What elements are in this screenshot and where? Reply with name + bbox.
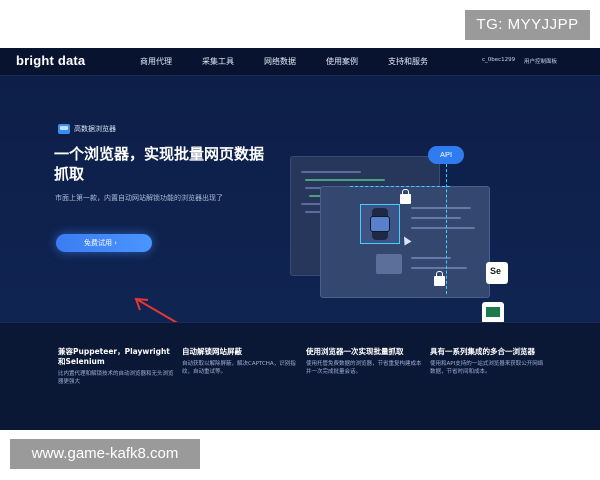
brand-logo[interactable]: bright data — [16, 53, 85, 68]
feature-title: 自动解锁网站屏蔽 — [182, 347, 242, 356]
feature-card: 具有一系列集成的多合一浏览器 使用和API支持的一站式浏览器来获取公开网络数据，… — [430, 347, 548, 376]
features-section: 兼容Puppeteer，Playwright和Selenium 比内置代理和解锁… — [0, 322, 600, 430]
hero-section: 高数据浏览器 一个浏览器，实现批量网页数据抓取 市面上第一款，内置自动网站解锁功… — [0, 76, 600, 349]
url-watermark: www.game-kafk8.com — [10, 439, 200, 469]
page: TG: MYYJJPP bright data 商用代理 采集工具 网络数据 使… — [0, 0, 600, 480]
image-placeholder-icon — [376, 254, 402, 274]
feature-title: 兼容Puppeteer，Playwright和Selenium — [58, 347, 170, 366]
feature-title: 具有一系列集成的多合一浏览器 — [430, 347, 535, 356]
lock-icon — [400, 189, 411, 204]
feature-card: 使用浏览器一次实现批量抓取 使用托管免费数据的浏览器，节省重复构建成本并一次完成… — [306, 347, 424, 376]
code-line — [411, 217, 461, 219]
feature-card: 自动解锁网站屏蔽 自动获取以解除屏蔽，解决CAPTCHA，识别指纹，自动重试等。 — [182, 347, 300, 376]
hero-subtitle: 市面上第一款，内置自动网站解锁功能的浏览器出现了 — [55, 194, 223, 202]
browser-icon — [58, 124, 70, 134]
nav-item-proxies[interactable]: 商用代理 — [140, 56, 172, 67]
nav-item-support[interactable]: 支持和服务 — [388, 56, 428, 67]
feature-description: 使用托管免费数据的浏览器，节省重复构建成本并一次完成批量会话。 — [306, 361, 422, 375]
telegram-watermark: TG: MYYJJPP — [465, 10, 590, 40]
control-panel-link[interactable]: 用户控制面板 — [524, 57, 557, 65]
feature-description: 自动获取以解除屏蔽，解决CAPTCHA，识别指纹，自动重试等。 — [182, 361, 296, 375]
account-name[interactable]: c_0bec1299 — [482, 57, 515, 63]
code-line — [411, 227, 475, 229]
connector-line — [446, 164, 447, 294]
code-line — [411, 257, 451, 259]
hero-title: 一个浏览器，实现批量网页数据抓取 — [54, 145, 265, 183]
code-line — [305, 179, 385, 181]
nav-item-tools[interactable]: 采集工具 — [202, 56, 234, 67]
feature-description: 使用和API支持的一站式浏览器来获取公开网络数据，节省时间和成本。 — [430, 361, 544, 375]
code-line — [411, 267, 467, 269]
lock-icon — [434, 271, 445, 286]
website-screenshot: bright data 商用代理 采集工具 网络数据 使用案例 支持和服务 c_… — [0, 48, 600, 430]
watch-icon — [370, 216, 390, 232]
terminal-icon — [482, 302, 504, 324]
nav-item-web-data[interactable]: 网络数据 — [264, 56, 296, 67]
selenium-icon — [486, 262, 508, 284]
code-line — [411, 207, 471, 209]
feature-title: 使用浏览器一次实现批量抓取 — [306, 347, 404, 356]
api-cloud-icon: API — [428, 146, 464, 164]
feature-card: 兼容Puppeteer，Playwright和Selenium 比内置代理和解锁… — [58, 347, 176, 386]
product-tag-label: 高数据浏览器 — [74, 125, 116, 133]
nav-item-use-cases[interactable]: 使用案例 — [326, 56, 358, 67]
hero-illustration: API Playwright — [290, 146, 520, 349]
connector-line — [350, 186, 450, 187]
code-line — [301, 171, 361, 173]
feature-description: 比内置代理和解锁技术的自动浏览器和无头浏览器更强大 — [58, 371, 174, 385]
product-tag: 高数据浏览器 — [58, 122, 116, 136]
top-navigation: bright data 商用代理 采集工具 网络数据 使用案例 支持和服务 c_… — [0, 48, 600, 76]
free-trial-button[interactable]: 免费试用 › — [56, 234, 152, 252]
